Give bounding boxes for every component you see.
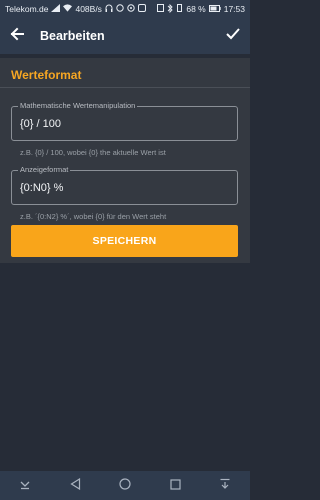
chevron-down-icon: [19, 477, 31, 495]
section-divider: [0, 87, 250, 88]
triangle-back-icon: [69, 477, 81, 495]
hide-nav-button[interactable]: [10, 471, 40, 500]
network-speed: 408B/s: [75, 4, 102, 14]
screen: Telekom.de 408B/s 68 % 17:53 Bearbeiten …: [0, 0, 250, 500]
pull-down-icon: [219, 477, 231, 495]
manipulation-helper: z.B. {0} / 100, wobei {0} the aktuelle W…: [20, 148, 166, 157]
navigation-bar: [0, 471, 250, 500]
battery-icon: [208, 4, 221, 14]
format-field[interactable]: Anzeigeformat {0:N0} %: [11, 165, 238, 205]
notification-icon: [116, 4, 124, 14]
nfc-icon: [157, 4, 165, 14]
circle-home-icon: [119, 477, 131, 495]
page-title: Bearbeiten: [40, 29, 105, 43]
save-button[interactable]: SPEICHERN: [11, 225, 238, 257]
carrier-name: Telekom.de: [5, 4, 49, 14]
format-label: Anzeigeformat: [18, 165, 71, 174]
manipulation-field[interactable]: Mathematische Wertemanipulation {0} / 10…: [11, 101, 238, 141]
wifi-icon: [63, 4, 73, 14]
battery-percent: 68 %: [186, 4, 206, 14]
status-bar: Telekom.de 408B/s 68 % 17:53: [0, 0, 250, 18]
recents-nav-button[interactable]: [160, 471, 190, 500]
square-recents-icon: [169, 477, 181, 495]
notifications-nav-button[interactable]: [210, 471, 240, 500]
check-icon: [226, 27, 240, 45]
format-helper: z.B. ´{0:N2} %´, wobei {0} für den Wert …: [20, 212, 167, 221]
format-card: Werteformat Mathematische Wertemanipulat…: [0, 58, 250, 263]
signal-icon: [51, 4, 61, 14]
clock: 17:53: [223, 4, 245, 14]
format-value[interactable]: {0:N0} %: [20, 182, 63, 194]
home-nav-button[interactable]: [110, 471, 140, 500]
confirm-button[interactable]: [216, 18, 250, 54]
manipulation-label: Mathematische Wertemanipulation: [18, 101, 138, 110]
section-title: Werteformat: [11, 68, 82, 82]
app-notification-icon: [137, 4, 146, 14]
back-button[interactable]: [0, 18, 34, 54]
arrow-left-icon: [10, 27, 24, 46]
whatsapp-icon: [127, 4, 135, 14]
manipulation-value[interactable]: {0} / 100: [20, 118, 61, 130]
vibrate-icon: [176, 4, 183, 14]
app-bar: Bearbeiten: [0, 18, 250, 54]
back-nav-button[interactable]: [60, 471, 90, 500]
headset-icon: [105, 4, 113, 14]
bluetooth-icon: [167, 3, 173, 15]
